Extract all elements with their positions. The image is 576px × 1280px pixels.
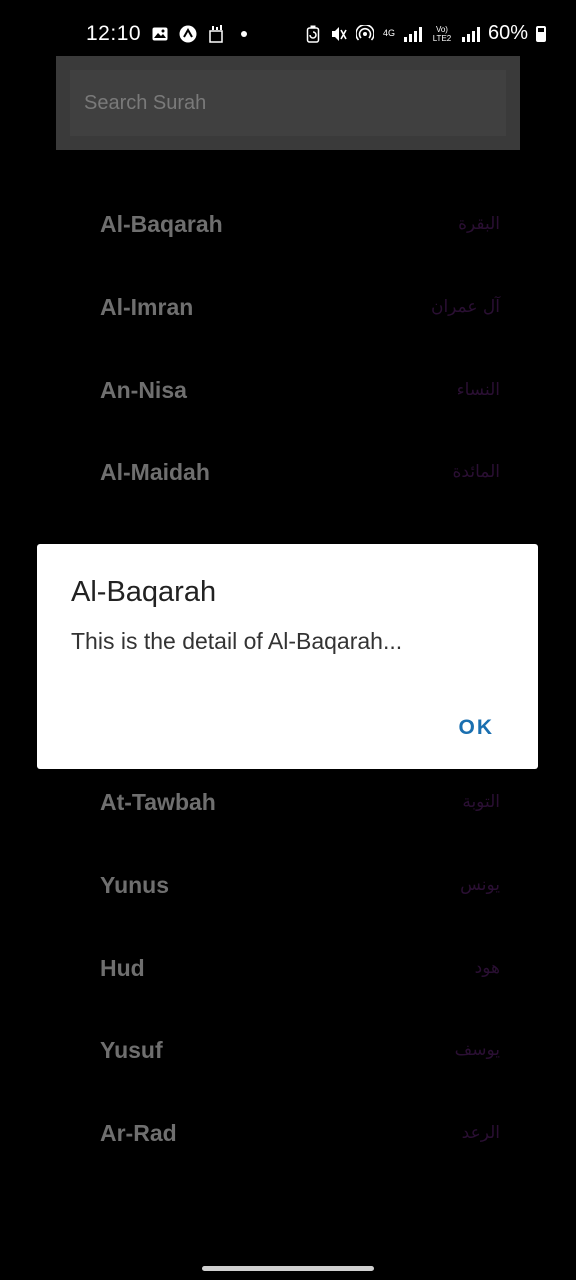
dialog-overlay[interactable]: Al-Baqarah This is the detail of Al-Baqa… [0,0,576,1280]
ok-button[interactable]: OK [459,716,495,740]
detail-dialog: Al-Baqarah This is the detail of Al-Baqa… [37,544,538,769]
dialog-title: Al-Baqarah [71,576,217,608]
dialog-message: This is the detail of Al-Baqarah... [71,628,403,654]
home-indicator[interactable] [202,1266,374,1271]
